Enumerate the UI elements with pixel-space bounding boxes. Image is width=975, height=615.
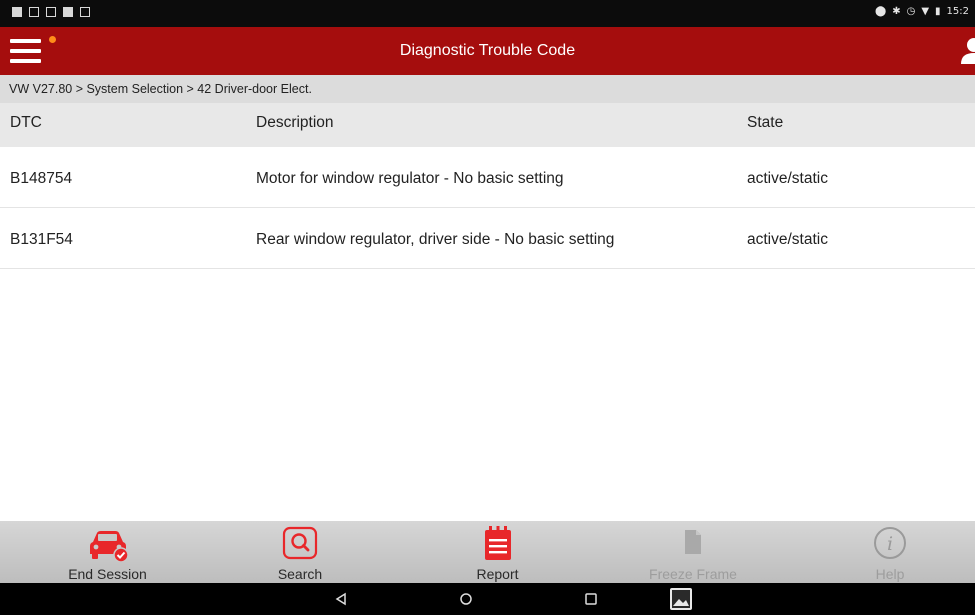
help-button[interactable]: i Help — [855, 521, 925, 583]
breadcrumb: VW V27.80 > System Selection > 42 Driver… — [0, 75, 975, 103]
report-label: Report — [476, 566, 519, 582]
report-icon — [485, 526, 511, 560]
bluetooth-icon: ✱ — [892, 6, 901, 17]
car-icon — [90, 531, 129, 562]
status-system-icons: ⬤ ✱ ◷ ▼ ▮ 15:2 — [875, 6, 969, 17]
info-icon: i — [874, 527, 906, 559]
gallery-icon — [63, 7, 73, 17]
column-header-description: Description — [256, 114, 334, 131]
user-icon[interactable] — [959, 36, 975, 64]
search-label: Search — [277, 566, 323, 582]
back-icon[interactable] — [334, 592, 348, 606]
status-notification-icons — [12, 7, 90, 17]
page-title: Diagnostic Trouble Code — [399, 42, 576, 59]
status-time: 15:2 — [946, 6, 969, 17]
notification-icon — [12, 7, 22, 17]
column-header-state: State — [747, 114, 784, 131]
freeze-frame-label: Freeze Frame — [649, 566, 737, 582]
battery-icon: ▮ — [935, 6, 941, 17]
svg-text:i: i — [887, 533, 893, 555]
dtc-code: B131F54 — [10, 231, 73, 248]
status-bar: ⬤ ✱ ◷ ▼ ▮ 15:2 — [0, 0, 975, 27]
help-label: Help — [875, 566, 905, 582]
table-row[interactable]: B131F54 Rear window regulator, driver si… — [0, 208, 975, 269]
home-icon[interactable] — [459, 592, 473, 606]
report-button[interactable]: Report — [450, 521, 545, 583]
screenshot-icon — [80, 7, 90, 17]
screenshot-gallery-icon[interactable] — [669, 587, 693, 611]
search-icon — [282, 526, 318, 560]
usb-icon — [46, 7, 56, 17]
wifi-icon: ▼ — [921, 6, 930, 17]
message-icon — [29, 7, 39, 17]
recent-apps-icon[interactable] — [584, 592, 598, 606]
alarm-icon: ◷ — [906, 6, 916, 17]
dtc-description: Motor for window regulator - No basic se… — [256, 170, 564, 187]
dtc-code: B148754 — [10, 170, 73, 187]
table-row[interactable]: B148754 Motor for window regulator - No … — [0, 147, 975, 208]
table-header: DTC Description State — [0, 103, 975, 147]
app-bar: Diagnostic Trouble Code — [0, 27, 975, 75]
location-icon: ⬤ — [874, 6, 887, 17]
search-button[interactable]: Search — [255, 521, 345, 583]
freeze-frame-button[interactable]: Freeze Frame — [633, 521, 753, 583]
end-session-label: End Session — [68, 566, 147, 582]
dtc-state: active/static — [747, 231, 828, 248]
bottom-toolbar: End Session Search Report Freeze Frame i… — [0, 521, 975, 583]
dtc-description: Rear window regulator, driver side - No … — [256, 231, 615, 248]
navigation-bar — [0, 583, 975, 615]
dtc-state: active/static — [747, 170, 828, 187]
end-session-button[interactable]: End Session — [55, 521, 160, 583]
column-header-dtc: DTC — [10, 114, 42, 131]
document-icon — [685, 530, 701, 554]
